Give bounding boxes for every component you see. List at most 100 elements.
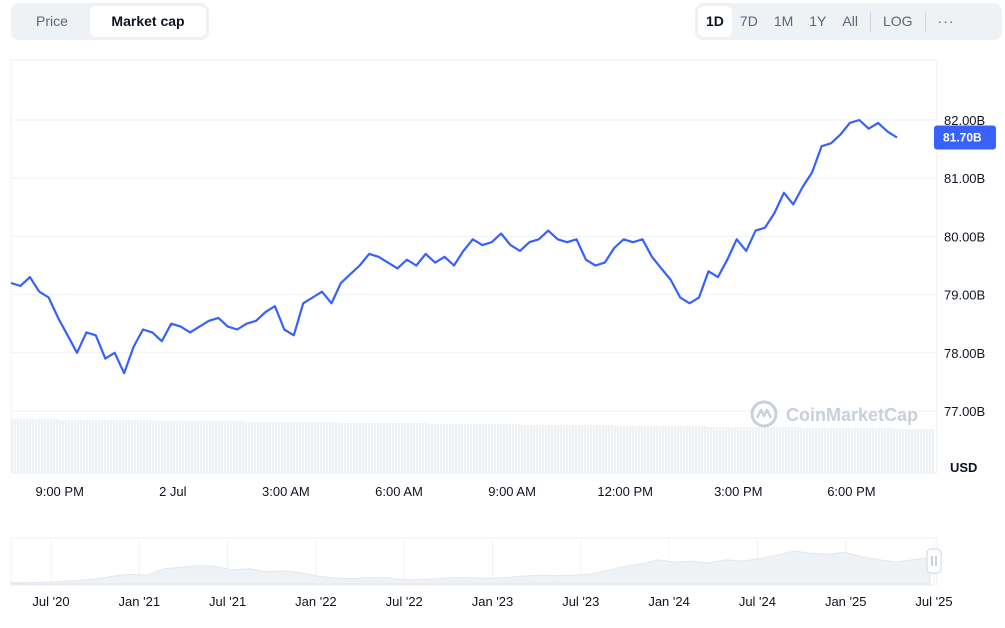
volume-bar [386,423,389,473]
volume-bar [650,426,653,473]
volume-bar [695,426,698,473]
volume-bar [869,428,872,473]
volume-bar [161,421,164,473]
volume-bar [77,420,80,473]
volume-bar [494,424,497,473]
volume-bar [368,423,371,473]
volume-bar [512,424,515,473]
current-value-label: 81.70B [943,130,982,144]
y-tick-label: 80.00B [944,229,985,244]
x-tick-label: 3:00 AM [262,484,310,499]
volume-bar [881,428,884,473]
volume-bar [503,424,506,473]
volume-bar [185,421,188,473]
volume-bar [707,427,710,473]
volume-bar [821,428,824,473]
volume-bar [80,420,83,473]
volume-bar [299,422,302,473]
volume-bar [56,419,59,473]
volume-bar [305,422,308,473]
volume-bar [476,424,479,473]
volume-bar [218,421,221,473]
volume-bar [11,419,14,473]
volume-bar [20,419,23,473]
volume-bar [170,421,173,473]
volume-bar [530,425,533,473]
volume-bar [311,422,314,473]
volume-bar [590,425,593,473]
overview-x-tick-label: Jan '21 [119,594,161,609]
volume-bar [449,424,452,473]
volume-bar [875,428,878,473]
volume-bar [767,427,770,473]
volume-bar [275,422,278,473]
volume-bar [722,427,725,473]
volume-bar [290,422,293,473]
volume-bar [641,426,644,473]
volume-bar [98,420,101,473]
x-tick-label: 3:00 PM [714,484,762,499]
volume-bar [242,421,245,473]
volume-bar [224,421,227,473]
volume-bar [419,423,422,473]
volume-bar [257,422,260,473]
volume-bar [413,423,416,473]
volume-bar [263,422,266,473]
volume-bar [575,425,578,473]
volume-bar [281,422,284,473]
volume-bar [467,424,470,473]
volume-bar [347,423,350,473]
volume-bar [26,419,29,473]
volume-bar [527,425,530,473]
volume-bar [701,426,704,473]
volume-bar [551,425,554,473]
y-axis: 77.00B78.00B79.00B80.00B81.00B82.00B [944,113,985,419]
volume-bar [128,420,131,473]
volume-bar [29,419,32,473]
volume-bar [539,425,542,473]
volume-bar [779,427,782,473]
volume-bar [653,426,656,473]
volume-bar [677,426,680,473]
volume-bar [878,428,881,473]
volume-bar [50,419,53,473]
volume-bar [197,421,200,473]
volume-bar [287,422,290,473]
volume-bar [683,426,686,473]
volume-bar [794,427,797,473]
volume-bar [245,422,248,473]
volume-bar [656,426,659,473]
volume-bar [236,421,239,473]
volume-bar [149,420,152,473]
volume-bar [617,426,620,473]
overview-handle[interactable] [926,548,942,574]
volume-bar [446,424,449,473]
volume-bar [851,428,854,473]
volume-bar [47,419,50,473]
volume-bar [911,429,914,473]
volume-bar [728,427,731,473]
volume-bar [644,426,647,473]
overview-x-tick-label: Jul '23 [562,594,599,609]
overview-handle-box[interactable] [926,548,942,574]
volume-bar [542,425,545,473]
volume-bar [74,420,77,473]
x-tick-label: 6:00 PM [827,484,875,499]
volume-bar [272,422,275,473]
volume-bar [515,424,518,473]
market-cap-chart[interactable]: CoinMarketCap 77.00B 78.00B 79.00B 80.00B 81… [0,0,1005,628]
overview-navigator[interactable]: Jul '20 Jan '21 Jul '21 Jan '22 Jul '22 Jan '… [10,537,953,609]
volume-bar [377,423,380,473]
volume-bar [122,420,125,473]
volume-bar [596,425,599,473]
volume-bar [110,420,113,473]
volume-bar [233,421,236,473]
volume-bar [902,429,905,473]
volume-bar [500,424,503,473]
volume-bar [521,425,524,473]
volume-bar [296,422,299,473]
volume-bar [314,422,317,473]
volume-bar [335,422,338,473]
volume-bar [686,426,689,473]
volume-bar [812,428,815,473]
